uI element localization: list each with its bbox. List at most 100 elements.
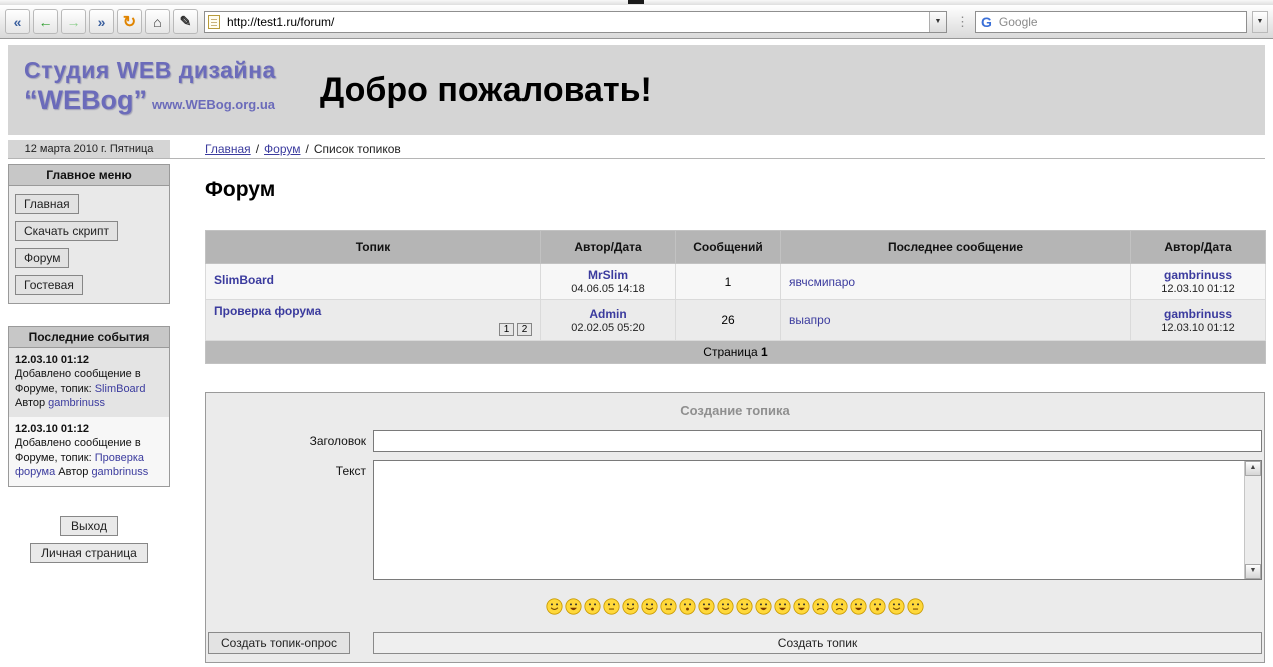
skip-back-button[interactable]: « <box>5 9 30 34</box>
last-author-link[interactable]: gambrinuss <box>1139 268 1257 282</box>
page-indicator-label: Страница <box>703 345 757 359</box>
smiley-icon-grin[interactable] <box>565 598 582 620</box>
edit-button[interactable]: ✎ <box>173 9 198 34</box>
smilies-row <box>208 588 1262 624</box>
logo-line2: “WEBog”www.WEBog.org.ua <box>24 85 276 116</box>
last-message-link[interactable]: выапро <box>789 313 831 327</box>
topic-title-input[interactable] <box>373 430 1262 452</box>
smiley-icon-tongue[interactable] <box>774 598 791 620</box>
column-header-author-date: Автор/Дата <box>541 231 676 264</box>
smiley-icon-surprised[interactable] <box>869 598 886 620</box>
sidebar-actions: Выход Личная страница <box>8 509 170 563</box>
smiley-icon-angry[interactable] <box>831 598 848 620</box>
author-cell: MrSlim 04.06.05 14:18 <box>541 264 676 300</box>
refresh-icon: ↻ <box>123 12 136 32</box>
smiley-icon-laugh[interactable] <box>698 598 715 620</box>
breadcrumb-separator: / <box>256 142 259 156</box>
event-date: 12.03.10 01:12 <box>15 422 163 436</box>
toolbar-dropdown-button[interactable]: ▼ <box>1252 11 1268 33</box>
smiley-icon-rolleyes[interactable] <box>603 598 620 620</box>
smiley-icon-neutral[interactable] <box>660 598 677 620</box>
title-field-label: Заголовок <box>208 430 373 452</box>
topics-table: Топик Автор/Дата Сообщений Последнее соо… <box>205 230 1266 364</box>
date-display: 12 марта 2010 г. Пятница <box>8 140 170 158</box>
create-poll-button[interactable]: Создать топик-опрос <box>208 632 350 654</box>
breadcrumb-home-link[interactable]: Главная <box>205 142 251 156</box>
url-input[interactable] <box>225 13 929 31</box>
smiley-icon-grin[interactable] <box>850 598 867 620</box>
logout-button[interactable]: Выход <box>60 516 118 536</box>
page-title: Форум <box>205 178 1265 202</box>
sidebar-menu-button[interactable]: Скачать скрипт <box>15 221 118 241</box>
home-icon: ⌂ <box>153 14 161 30</box>
scroll-up-icon[interactable]: ▲ <box>1245 461 1261 476</box>
search-input[interactable] <box>997 14 1246 30</box>
breadcrumb-separator: / <box>305 142 308 156</box>
event-author-label: Автор <box>58 466 88 478</box>
sidebar-menu-button[interactable]: Гостевая <box>15 275 83 295</box>
personal-page-button[interactable]: Личная страница <box>30 543 148 563</box>
title-field-row: Заголовок <box>208 430 1262 452</box>
smiley-icon-surprised[interactable] <box>679 598 696 620</box>
topic-author-link[interactable]: MrSlim <box>549 268 667 282</box>
smiley-icon-blush[interactable] <box>717 598 734 620</box>
smiley-icon-wink[interactable] <box>736 598 753 620</box>
chevron-down-icon: ▼ <box>1257 18 1264 25</box>
sidebar-menu-button[interactable]: Главная <box>15 194 79 214</box>
breadcrumb-forum-link[interactable]: Форум <box>264 142 300 156</box>
back-arrow-icon: ← <box>39 14 53 30</box>
smiley-icon-grin[interactable] <box>755 598 772 620</box>
smiley-icon-sad[interactable] <box>812 598 829 620</box>
skip-forward-button[interactable]: » <box>89 9 114 34</box>
smiley-icon-cool[interactable] <box>888 598 905 620</box>
skip-forward-icon: » <box>98 14 106 30</box>
scroll-down-icon[interactable]: ▼ <box>1245 564 1261 579</box>
meta-row: 12 марта 2010 г. Пятница Главная / Форум… <box>8 140 1265 159</box>
form-title: Создание топика <box>208 399 1262 430</box>
forward-button[interactable]: → <box>61 9 86 34</box>
google-icon: G <box>981 14 992 30</box>
text-field-row: Текст ▲ ▼ <box>208 460 1262 580</box>
author-cell: Admin 02.02.05 05:20 <box>541 300 676 341</box>
last-message-link[interactable]: явчсмипаро <box>789 275 855 289</box>
smiley-icon-quiet[interactable] <box>907 598 924 620</box>
back-button[interactable]: ← <box>33 9 58 34</box>
smiley-icon-smile[interactable] <box>641 598 658 620</box>
topic-link[interactable]: SlimBoard <box>214 273 274 287</box>
topic-cell: SlimBoard <box>206 264 541 300</box>
topic-cell: Проверка форума 12 <box>206 300 541 341</box>
event-topic-link[interactable]: SlimBoard <box>95 383 146 395</box>
sidebar-menu-button[interactable]: Форум <box>15 248 69 268</box>
last-author-cell: gambrinuss 12.03.10 01:12 <box>1131 300 1266 341</box>
textarea-scrollbar[interactable]: ▲ ▼ <box>1244 461 1261 579</box>
topic-text-input[interactable] <box>374 461 1244 579</box>
breadcrumb-current: Список топиков <box>314 142 401 156</box>
smiley-icon-wink[interactable] <box>622 598 639 620</box>
table-row: Проверка форума 12 Admin 02.02.05 05:20 … <box>206 300 1266 341</box>
smiley-icon-surprised[interactable] <box>584 598 601 620</box>
topic-author-link[interactable]: Admin <box>549 307 667 321</box>
home-button[interactable]: ⌂ <box>145 9 170 34</box>
column-header-last-author-date: Автор/Дата <box>1131 231 1266 264</box>
url-dropdown-button[interactable]: ▼ <box>929 12 946 32</box>
content: Главное меню Главная Скачать скрипт Фору… <box>8 164 1265 663</box>
site-logo: Студия WEB дизайна “WEBog”www.WEBog.org.… <box>24 57 276 116</box>
table-header-row: Топик Автор/Дата Сообщений Последнее соо… <box>206 231 1266 264</box>
event-author-link[interactable]: gambrinuss <box>91 466 148 478</box>
textarea-container: ▲ ▼ <box>373 460 1262 580</box>
topic-pages: 12 <box>214 321 532 336</box>
smiley-icon-laugh[interactable] <box>793 598 810 620</box>
create-topic-button[interactable]: Создать топик <box>373 632 1262 654</box>
topic-page-button[interactable]: 1 <box>499 323 514 336</box>
logo-name: “WEBog” <box>24 85 147 115</box>
smiley-icon-smile[interactable] <box>546 598 563 620</box>
forward-arrow-icon: → <box>67 14 81 30</box>
main-menu-title: Главное меню <box>9 165 169 186</box>
window-notch <box>628 0 644 4</box>
event-author-link[interactable]: gambrinuss <box>48 397 105 409</box>
topic-link[interactable]: Проверка форума <box>214 304 321 318</box>
meta-gap <box>170 140 205 158</box>
refresh-button[interactable]: ↻ <box>117 9 142 34</box>
topic-page-button[interactable]: 2 <box>517 323 532 336</box>
last-author-link[interactable]: gambrinuss <box>1139 307 1257 321</box>
